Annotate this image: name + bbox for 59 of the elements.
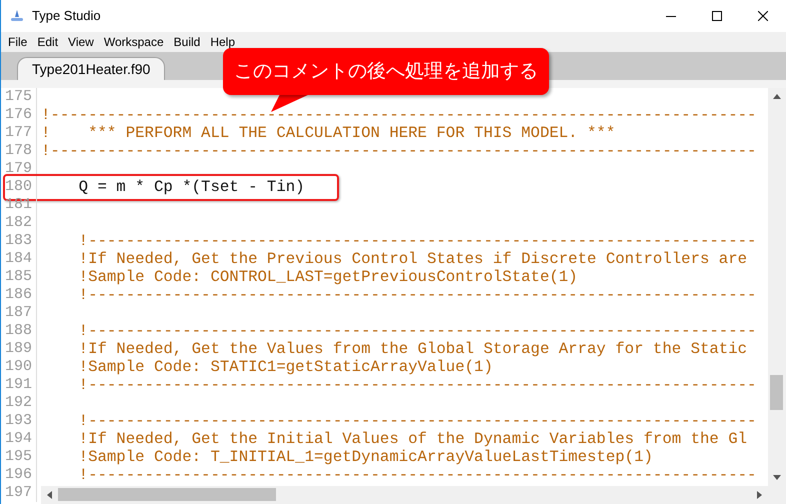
menu-item[interactable]: File	[3, 33, 32, 51]
callout-text: このコメントの後へ処理を追加する	[234, 59, 538, 84]
line-number: 189	[1, 340, 37, 358]
scroll-down-icon	[773, 475, 781, 480]
file-tab[interactable]: Type201Heater.f90	[17, 57, 166, 80]
line-number: 192	[1, 394, 37, 412]
horizontal-scrollbar[interactable]	[41, 486, 768, 504]
menu-item[interactable]: Help	[205, 33, 240, 51]
app-logo-icon	[10, 9, 24, 23]
line-number: 197	[1, 484, 37, 502]
line-number: 183	[1, 232, 37, 250]
scrollbar-thumb[interactable]	[58, 488, 276, 501]
line-number: 175	[1, 88, 37, 106]
comment-line: !-----------------------------------------------------------------------	[78, 376, 756, 394]
line-number: 195	[1, 448, 37, 466]
comment-line: !Sample Code: CONTROL_LAST=getPreviousControlState(1)	[78, 268, 578, 286]
comment-line: !-----------------------------------------------------------------------	[78, 412, 756, 430]
scroll-left-icon	[47, 491, 52, 499]
comment-line: !If Needed, Get the Initial Values of the Dynamic Variables from the Gl	[78, 430, 748, 448]
scroll-up-icon	[773, 94, 781, 99]
line-number: 190	[1, 358, 37, 376]
menu-item[interactable]: Build	[168, 33, 206, 51]
line-number: 196	[1, 466, 37, 484]
comment-line: !-----------------------------------------------------------------------	[78, 466, 756, 484]
line-number: 177	[1, 124, 37, 142]
line-number: 182	[1, 214, 37, 232]
line-number: 176	[1, 106, 37, 124]
menu-item[interactable]: Workspace	[98, 33, 169, 51]
comment-line: ! *** PERFORM ALL THE CALCULATION HERE FOR THIS MODEL. ***	[41, 124, 616, 142]
line-number: 188	[1, 322, 37, 340]
comment-line: !---------------------------------------------------------------------------	[41, 142, 756, 160]
line-number: 185	[1, 268, 37, 286]
window-title: Type Studio	[32, 7, 101, 26]
menu-item[interactable]: View	[63, 33, 99, 51]
comment-line: !If Needed, Get the Previous Control States if Discrete Controllers are	[78, 250, 748, 268]
line-number: 181	[1, 196, 37, 214]
scroll-right-icon	[757, 491, 762, 499]
line-number: 193	[1, 412, 37, 430]
comment-line: !If Needed, Get the Values from the Global Storage Array for the Static	[78, 340, 748, 358]
line-number: 178	[1, 142, 37, 160]
close-icon	[758, 11, 768, 21]
line-number: 194	[1, 430, 37, 448]
scrollbar-thumb[interactable]	[770, 375, 783, 410]
line-number: 184	[1, 250, 37, 268]
line-number: 180	[1, 178, 37, 196]
comment-line: !Sample Code: T_INITIAL_1=getDynamicArrayValueLastTimestep(1)	[78, 448, 653, 466]
comment-line: !Sample Code: STATIC1=getStaticArrayValue(1)	[78, 358, 493, 376]
line-number: 187	[1, 304, 37, 322]
vertical-scrollbar[interactable]	[768, 88, 786, 504]
maximize-icon	[712, 11, 722, 21]
comment-line: !-----------------------------------------------------------------------	[78, 322, 756, 340]
comment-line: !---------------------------------------------------------------------------	[41, 106, 756, 124]
comment-line: !-----------------------------------------------------------------------	[78, 286, 756, 304]
line-number: 186	[1, 286, 37, 304]
line-number: 179	[1, 160, 37, 178]
line-number: 191	[1, 376, 37, 394]
comment-line: !-----------------------------------------------------------------------	[78, 232, 756, 250]
menu-item[interactable]: Edit	[32, 33, 64, 51]
code-line: Q = m * Cp *(Tset - Tin)	[78, 178, 305, 196]
